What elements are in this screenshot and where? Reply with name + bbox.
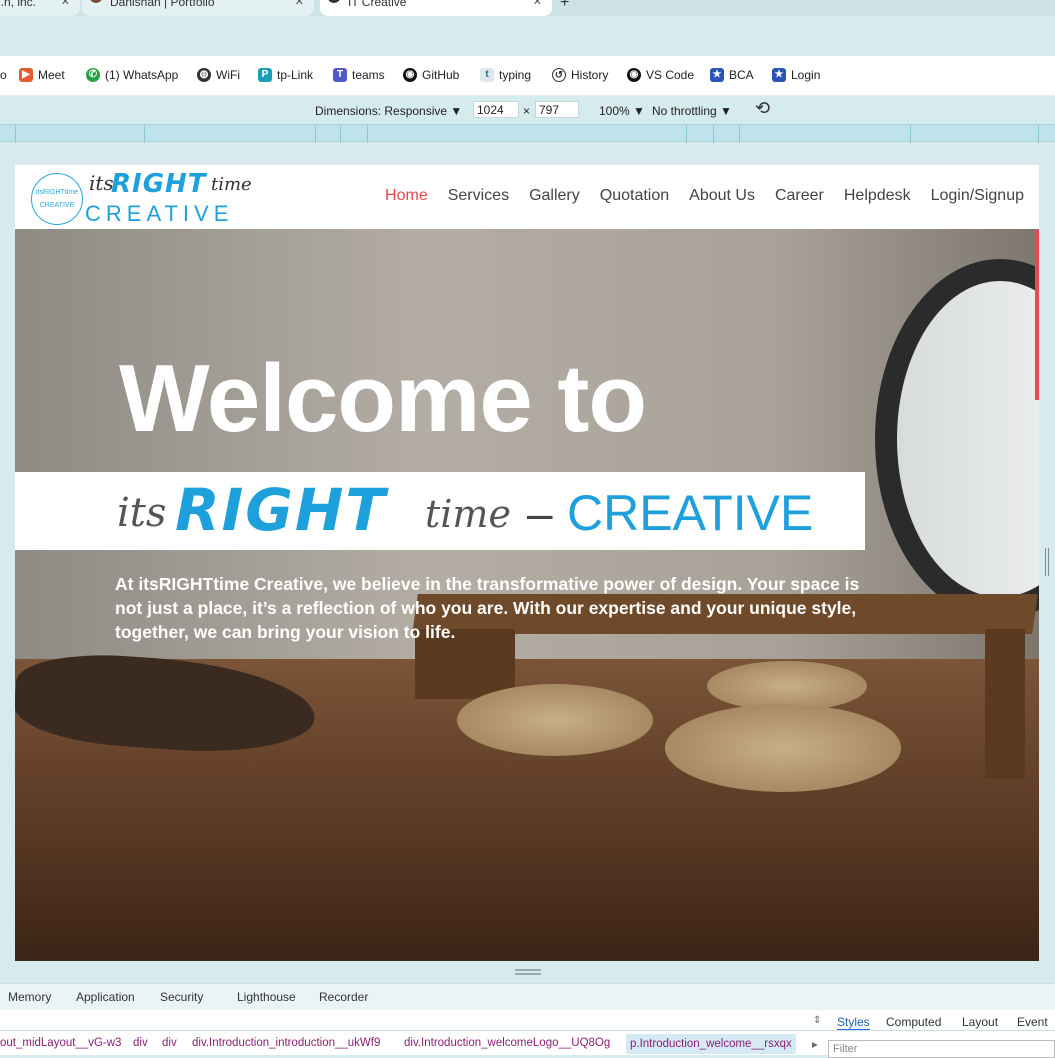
browser-tab[interactable]: ...n, inc. ✕ — [0, 0, 80, 16]
close-icon[interactable]: ✕ — [61, 0, 70, 14]
bookmark-whatsapp[interactable]: ✆ (1) WhatsApp — [86, 68, 178, 82]
tplink-icon: P — [258, 68, 272, 82]
tab-title: Danishan | Portfolio — [110, 0, 215, 9]
device-toolbar: Dimensions: Responsive ▼ 1024 × 797 100%… — [0, 96, 1055, 124]
media-query-ruler[interactable] — [0, 124, 1055, 143]
bookmark-meet[interactable]: ▶ Meet — [19, 68, 65, 82]
meet-icon: ▶ — [19, 68, 33, 82]
address-bar-row — [0, 16, 1055, 56]
nav-quotation[interactable]: Quotation — [600, 187, 669, 205]
bookmark-tplink[interactable]: Ptp-Link — [258, 68, 313, 82]
site-navbar: itsRIGHTtime CREATIVE its RIGHT time CRE… — [15, 165, 1039, 229]
nav-links: Home Services Gallery Quotation About Us… — [385, 187, 1024, 205]
tab-memory[interactable]: Memory — [8, 990, 51, 1004]
favicon-icon — [328, 0, 340, 3]
tab-styles[interactable]: Styles — [837, 1015, 870, 1031]
github-icon: ◉ — [403, 68, 417, 82]
tab-layout[interactable]: Layout — [962, 1015, 998, 1029]
bookmark-typing[interactable]: t typing — [480, 68, 531, 82]
github-icon: ◉ — [627, 68, 641, 82]
history-icon: ↺ — [552, 68, 566, 82]
elements-panel — [0, 1010, 810, 1030]
logo-seal: itsRIGHTtime CREATIVE — [31, 173, 83, 225]
hero-title: Welcome to — [119, 345, 647, 452]
styles-pane-tabs: ⇕ Styles Computed Layout Event L — [810, 1010, 1055, 1043]
updown-icon[interactable]: ⇕ — [813, 1015, 821, 1026]
width-input[interactable]: 1024 — [473, 101, 519, 118]
tab-security[interactable]: Security — [160, 990, 203, 1004]
browser-tab[interactable]: Danishan | Portfolio ✕ — [82, 0, 314, 16]
breadcrumb-item[interactable]: div — [162, 1037, 177, 1049]
close-icon[interactable]: ✕ — [295, 0, 304, 14]
browser-tab-active[interactable]: IT Creative ✕ — [320, 0, 552, 16]
site-logo[interactable]: itsRIGHTtime CREATIVE its RIGHT time CRE… — [31, 169, 271, 226]
intro-paragraph: At itsRIGHTtime Creative, we believe in … — [115, 574, 860, 642]
height-input[interactable]: 797 — [535, 101, 579, 118]
typing-icon: t — [480, 68, 494, 82]
bookmark-history[interactable]: ↺ History — [552, 68, 608, 82]
times-sign: × — [523, 104, 531, 118]
bookmark-wifi[interactable]: ◍ WiFi — [197, 68, 240, 82]
bookmark-bca[interactable]: ★ BCA — [710, 68, 754, 82]
bookmark-vscode[interactable]: ◉ VS Code — [627, 68, 694, 82]
dimensions-select[interactable]: Dimensions: Responsive ▼ — [315, 104, 462, 118]
zoom-select[interactable]: 100% ▼ — [599, 104, 645, 118]
tab-computed[interactable]: Computed — [886, 1015, 941, 1029]
brand-band: its RIGHT time – CREATIVE — [15, 472, 865, 550]
bookmark-item[interactable]: o — [0, 68, 7, 82]
whatsapp-icon: ✆ — [86, 68, 100, 82]
nav-gallery[interactable]: Gallery — [529, 187, 580, 205]
nav-login-signup[interactable]: Login/Signup — [931, 187, 1024, 205]
nav-home[interactable]: Home — [385, 187, 428, 205]
new-tab-icon[interactable]: + — [560, 0, 569, 12]
device-viewport: itsRIGHTtime CREATIVE its RIGHT time CRE… — [15, 165, 1039, 961]
close-icon[interactable]: ✕ — [533, 0, 542, 14]
breadcrumb-item-selected[interactable]: p.Introduction_welcome__rsxqx — [626, 1034, 796, 1054]
styles-filter-input[interactable]: Filter — [828, 1040, 1055, 1058]
login-icon: ★ — [772, 68, 786, 82]
tab-lighthouse[interactable]: Lighthouse — [237, 990, 296, 1004]
bca-icon: ★ — [710, 68, 724, 82]
bookmark-login[interactable]: ★ Login — [772, 68, 820, 82]
viewport-resize-handle[interactable] — [515, 969, 541, 975]
nav-services[interactable]: Services — [448, 187, 509, 205]
hero-section: Welcome to its RIGHT time – CREATIVE At … — [15, 229, 1039, 961]
favicon-icon — [90, 0, 102, 3]
browser-tab-strip: ...n, inc. ✕ Danishan | Portfolio ✕ IT C… — [0, 0, 1055, 16]
breadcrumb-item[interactable]: out_midLayout__vG-w3 — [0, 1037, 121, 1049]
breadcrumb-item[interactable]: div.Introduction_introduction__ukWf9 — [192, 1037, 380, 1049]
cushion-image — [457, 684, 653, 756]
breadcrumb-item[interactable]: div.Introduction_welcomeLogo__UQ8Og — [404, 1037, 610, 1049]
bookmarks-bar: o ▶ Meet ✆ (1) WhatsApp ◍ WiFi Ptp-Link Tte… — [0, 56, 1055, 96]
viewport-resize-side-handle[interactable] — [1045, 548, 1049, 576]
throttling-select[interactable]: No throttling ▼ — [652, 104, 732, 118]
chevron-right-icon[interactable]: ▸ — [812, 1037, 818, 1051]
tab-recorder[interactable]: Recorder — [319, 990, 368, 1004]
breadcrumb-item[interactable]: div — [133, 1037, 148, 1049]
cushion-image — [665, 704, 901, 792]
rotate-icon[interactable]: ⟲ — [755, 98, 770, 119]
globe-icon: ◍ — [197, 68, 211, 82]
bookmark-teams[interactable]: Tteams — [333, 68, 385, 82]
nav-about-us[interactable]: About Us — [689, 187, 755, 205]
tab-application[interactable]: Application — [76, 990, 135, 1004]
tab-title: IT Creative — [348, 0, 407, 9]
devtools-panel-tabs: Memory Application Security Lighthouse R… — [0, 983, 1055, 1010]
bookmark-github[interactable]: ◉ GitHub — [403, 68, 459, 82]
nav-career[interactable]: Career — [775, 187, 824, 205]
tab-title: ...n, inc. — [0, 0, 37, 9]
nav-helpdesk[interactable]: Helpdesk — [844, 187, 911, 205]
teams-icon: T — [333, 68, 347, 82]
page-scrollbar[interactable] — [1035, 230, 1039, 400]
